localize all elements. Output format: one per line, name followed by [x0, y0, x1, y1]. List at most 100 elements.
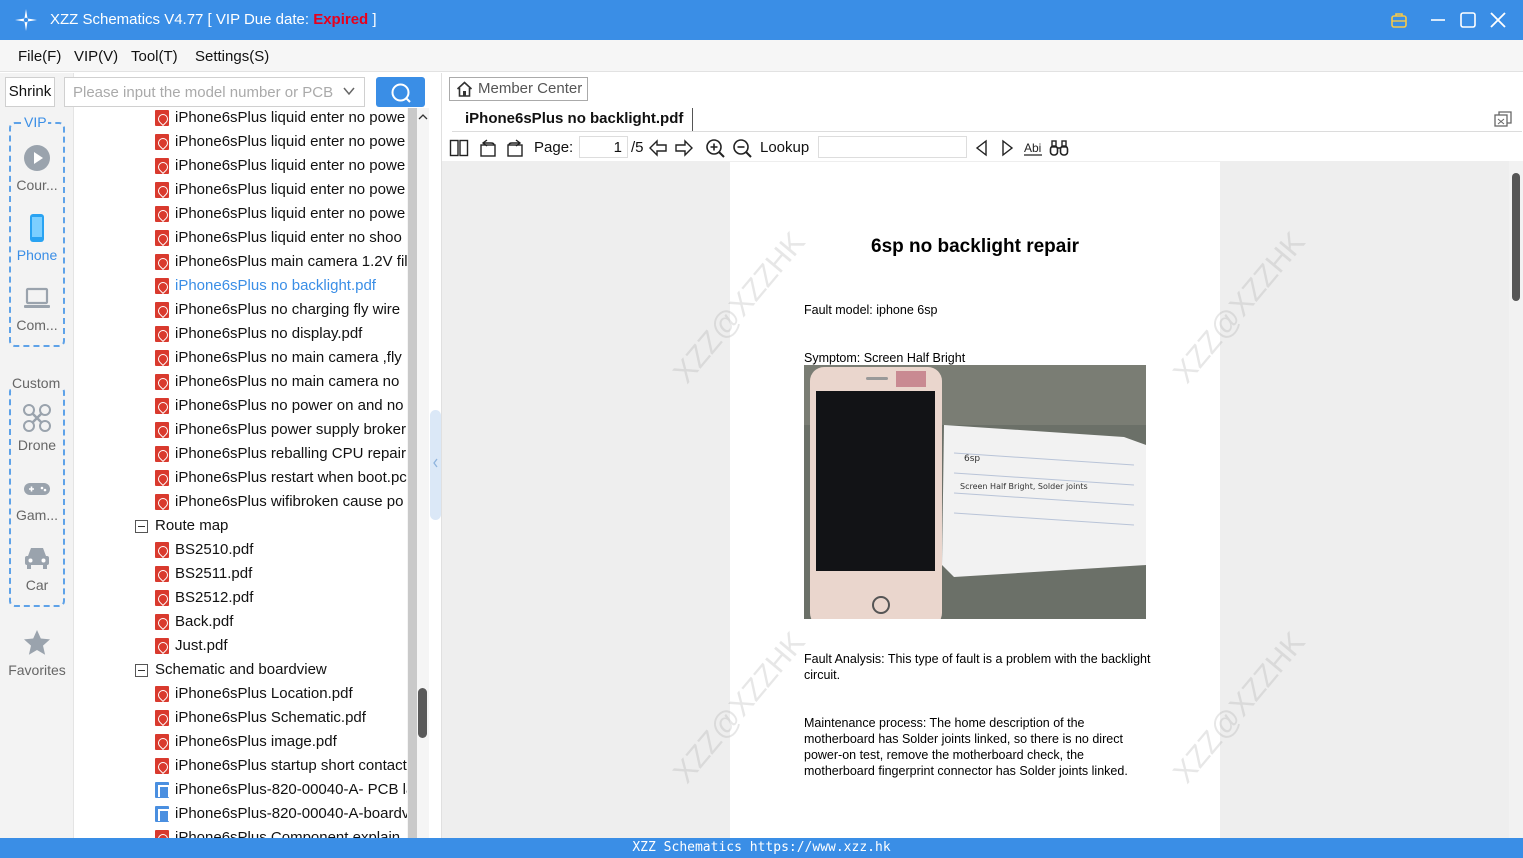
tree-file-item[interactable]: iPhone6sPlus no display.pdf — [155, 323, 415, 347]
tree-file-item[interactable]: iPhone6sPlus no main camera ,fly — [155, 347, 415, 371]
nav-favorites-label: Favorites — [8, 662, 66, 678]
tree-file-item[interactable]: iPhone6sPlus-820-00040-A- PCB la — [155, 779, 415, 803]
tree-file-item[interactable]: iPhone6sPlus reballing CPU repair — [155, 443, 415, 467]
tree-file-item[interactable]: iPhone6sPlus power supply broker — [155, 419, 415, 443]
nav-drone[interactable]: Drone — [6, 403, 68, 453]
pdf-file-icon — [155, 686, 169, 702]
tree-file-label: iPhone6sPlus liquid enter no shoo — [175, 229, 402, 246]
viewer-scroll-thumb[interactable] — [1512, 173, 1520, 301]
model-search-input[interactable]: Please input the model number or PCB — [64, 77, 365, 107]
tree-folder-item[interactable]: Route map — [135, 515, 415, 539]
tree-file-label: iPhone6sPlus liquid enter no powe — [175, 181, 406, 198]
pdf-file-icon — [155, 182, 169, 198]
page-number-input[interactable]: 1 — [579, 136, 628, 158]
find-next-icon[interactable] — [997, 138, 1017, 158]
tree-scroll-thumb[interactable] — [418, 688, 427, 738]
menu-tool[interactable]: Tool(T) — [131, 48, 178, 65]
tree-file-item[interactable]: iPhone6sPlus-820-00040-A-boardv — [155, 803, 415, 827]
collapse-toggle-icon[interactable] — [135, 664, 148, 677]
tree-file-item[interactable]: iPhone6sPlus image.pdf — [155, 731, 415, 755]
close-icon[interactable] — [1488, 10, 1508, 30]
scroll-up-arrow-icon[interactable] — [418, 112, 428, 122]
tree-file-item[interactable]: iPhone6sPlus no main camera no — [155, 371, 415, 395]
zoom-out-icon[interactable] — [732, 138, 752, 158]
lookup-input[interactable] — [818, 136, 967, 158]
tab-document[interactable]: iPhone6sPlus no backlight.pdf — [465, 110, 683, 127]
file-tree[interactable]: iPhone6sPlus liquid enter no powe iPhone6… — [75, 108, 415, 838]
nav-favorites[interactable]: Favorites — [6, 628, 68, 678]
search-icon — [391, 83, 411, 103]
panel-splitter-handle[interactable] — [430, 410, 441, 520]
viewer-scrollbar[interactable] — [1509, 161, 1523, 838]
tree-file-item[interactable]: iPhone6sPlus Schematic.pdf — [155, 707, 415, 731]
tree-file-item[interactable]: iPhone6sPlus liquid enter no powe — [155, 131, 415, 155]
tree-file-item[interactable]: Back.pdf — [155, 611, 415, 635]
drone-icon — [23, 404, 51, 432]
tree-file-item[interactable]: iPhone6sPlus no charging fly wire — [155, 299, 415, 323]
menu-vip[interactable]: VIP(V) — [74, 48, 118, 65]
nav-courses[interactable]: Cour... — [6, 143, 68, 193]
tree-file-item[interactable]: iPhone6sPlus liquid enter no shoo — [155, 227, 415, 251]
tree-file-item[interactable]: iPhone6sPlus liquid enter no powe — [155, 203, 415, 227]
tree-file-label: iPhone6sPlus liquid enter no powe — [175, 109, 406, 126]
tree-file-item[interactable]: Just.pdf — [155, 635, 415, 659]
pdf-file-icon — [155, 446, 169, 462]
tree-file-item[interactable]: iPhone6sPlus main camera 1.2V fil — [155, 251, 415, 275]
pdf-file-icon — [155, 374, 169, 390]
zoom-in-icon[interactable] — [705, 138, 725, 158]
tree-file-item[interactable]: iPhone6sPlus startup short contact — [155, 755, 415, 779]
pdf-file-icon — [155, 734, 169, 750]
tree-file-item[interactable]: iPhone6sPlus liquid enter no powe — [155, 179, 415, 203]
photo-note-text: Screen Half Bright, Solder joints — [960, 482, 1088, 491]
find-prev-icon[interactable] — [972, 138, 992, 158]
next-page-icon[interactable] — [674, 138, 694, 158]
gamepad-icon — [24, 483, 50, 495]
chevron-down-icon[interactable] — [342, 84, 356, 98]
nav-car-label: Car — [25, 577, 49, 593]
tree-file-label: iPhone6sPlus power supply broker — [175, 421, 406, 438]
rotate-right-icon[interactable] — [505, 138, 525, 158]
pdf-file-icon — [155, 398, 169, 414]
nav-car[interactable]: Car — [6, 543, 68, 593]
tree-file-item[interactable]: iPhone6sPlus Location.pdf — [155, 683, 415, 707]
bag-icon[interactable] — [1389, 10, 1409, 30]
tree-scrollbar[interactable] — [407, 108, 429, 838]
nav-phone[interactable]: Phone — [6, 213, 68, 263]
collapse-toggle-icon[interactable] — [135, 520, 148, 533]
tree-file-item[interactable]: iPhone6sPlus Component explain — [155, 827, 415, 838]
minimize-icon[interactable] — [1428, 10, 1448, 30]
pdf-file-icon — [155, 470, 169, 486]
tree-file-item[interactable]: iPhone6sPlus wifibroken cause po — [155, 491, 415, 515]
tree-file-label: iPhone6sPlus no display.pdf — [175, 325, 363, 342]
tree-file-item[interactable]: iPhone6sPlus no backlight.pdf — [155, 275, 415, 299]
binoculars-icon[interactable] — [1049, 138, 1069, 158]
prev-page-icon[interactable] — [648, 138, 668, 158]
tree-file-item[interactable]: BS2511.pdf — [155, 563, 415, 587]
tree-file-item[interactable]: iPhone6sPlus restart when boot.pc — [155, 467, 415, 491]
tree-folder-item[interactable]: Schematic and boardview — [135, 659, 415, 683]
tree-file-item[interactable]: iPhone6sPlus liquid enter no powe — [155, 155, 415, 179]
pdf-page: 6sp no backlight repair Fault model: iph… — [730, 162, 1220, 838]
member-center-button[interactable]: Member Center — [449, 77, 588, 101]
tree-file-item[interactable]: iPhone6sPlus no power on and no — [155, 395, 415, 419]
tree-file-item[interactable]: iPhone6sPlus liquid enter no powe — [155, 108, 415, 131]
nav-game[interactable]: Gam... — [6, 473, 68, 523]
menu-file[interactable]: File(F) — [18, 48, 61, 65]
tree-file-label: iPhone6sPlus main camera 1.2V fil — [175, 253, 408, 270]
rotate-left-icon[interactable] — [478, 138, 498, 158]
two-page-icon[interactable] — [449, 138, 469, 158]
nav-computer[interactable]: Com... — [6, 283, 68, 333]
search-button[interactable] — [376, 77, 425, 107]
fault-model-text: Fault model: iphone 6sp — [804, 303, 938, 317]
pdf-viewer[interactable]: 6sp no backlight repair Fault model: iph… — [442, 161, 1510, 838]
restore-window-icon[interactable] — [1494, 111, 1512, 127]
tree-file-item[interactable]: BS2512.pdf — [155, 587, 415, 611]
menu-settings[interactable]: Settings(S) — [195, 48, 269, 65]
tree-file-item[interactable]: BS2510.pdf — [155, 539, 415, 563]
shrink-button[interactable]: Shrink — [5, 77, 55, 107]
title-bar[interactable]: XZZ Schematics V4.77 [ VIP Due date: Exp… — [0, 0, 1523, 40]
tab-separator — [692, 108, 693, 132]
pdf-file-icon — [155, 830, 169, 838]
match-case-icon[interactable]: Abi — [1023, 138, 1043, 158]
maximize-icon[interactable] — [1458, 10, 1478, 30]
